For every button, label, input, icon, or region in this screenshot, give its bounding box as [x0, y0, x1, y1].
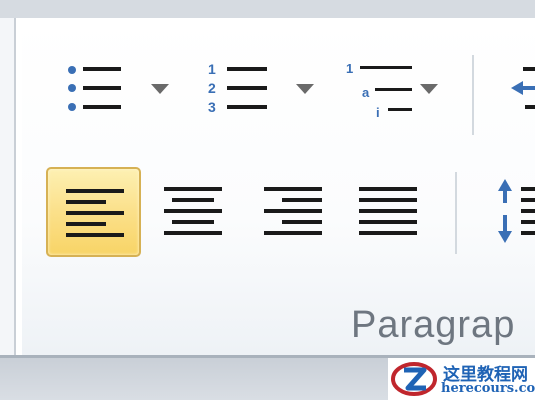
- line-spacing-button[interactable]: [487, 167, 535, 257]
- number-label: 1: [208, 61, 216, 77]
- align-left-button[interactable]: [46, 167, 141, 257]
- left-panel-edge: [0, 18, 16, 358]
- watermark: 这里教程网 herecours.com: [388, 358, 535, 400]
- watermark-url: herecours.com: [441, 381, 535, 396]
- bullets-button[interactable]: [55, 55, 180, 127]
- chevron-down-icon: [151, 84, 169, 94]
- number-label: 2: [208, 80, 216, 96]
- z-logo-icon: [391, 362, 437, 396]
- justify-button[interactable]: [345, 167, 435, 257]
- justify-icon: [359, 187, 417, 235]
- center-button[interactable]: [150, 167, 240, 257]
- numbered-list-icon: 1 2 3: [208, 61, 314, 115]
- group-label: Paragrap: [351, 304, 516, 346]
- decrease-indent-button[interactable]: [505, 55, 535, 127]
- ribbon-top-edge: [0, 0, 535, 18]
- align-right-icon: [264, 187, 322, 235]
- group-separator: [455, 172, 457, 254]
- number-label: a: [362, 85, 370, 100]
- decrease-indent-icon: [511, 67, 535, 109]
- number-label: 1: [346, 61, 353, 76]
- numbering-button[interactable]: 1 2 3: [200, 55, 325, 127]
- group-separator: [472, 55, 474, 135]
- align-center-icon: [164, 187, 222, 235]
- number-label: 3: [208, 99, 216, 115]
- chevron-down-icon: [296, 84, 314, 94]
- align-left-icon: [66, 189, 124, 237]
- align-right-button[interactable]: [250, 167, 340, 257]
- line-spacing-icon: [498, 179, 535, 243]
- multilevel-list-icon: 1 a i: [346, 61, 438, 120]
- bullet-list-icon: [68, 66, 169, 111]
- multilevel-list-button[interactable]: 1 a i: [340, 55, 455, 127]
- number-label: i: [376, 105, 380, 120]
- chevron-down-icon: [420, 84, 438, 94]
